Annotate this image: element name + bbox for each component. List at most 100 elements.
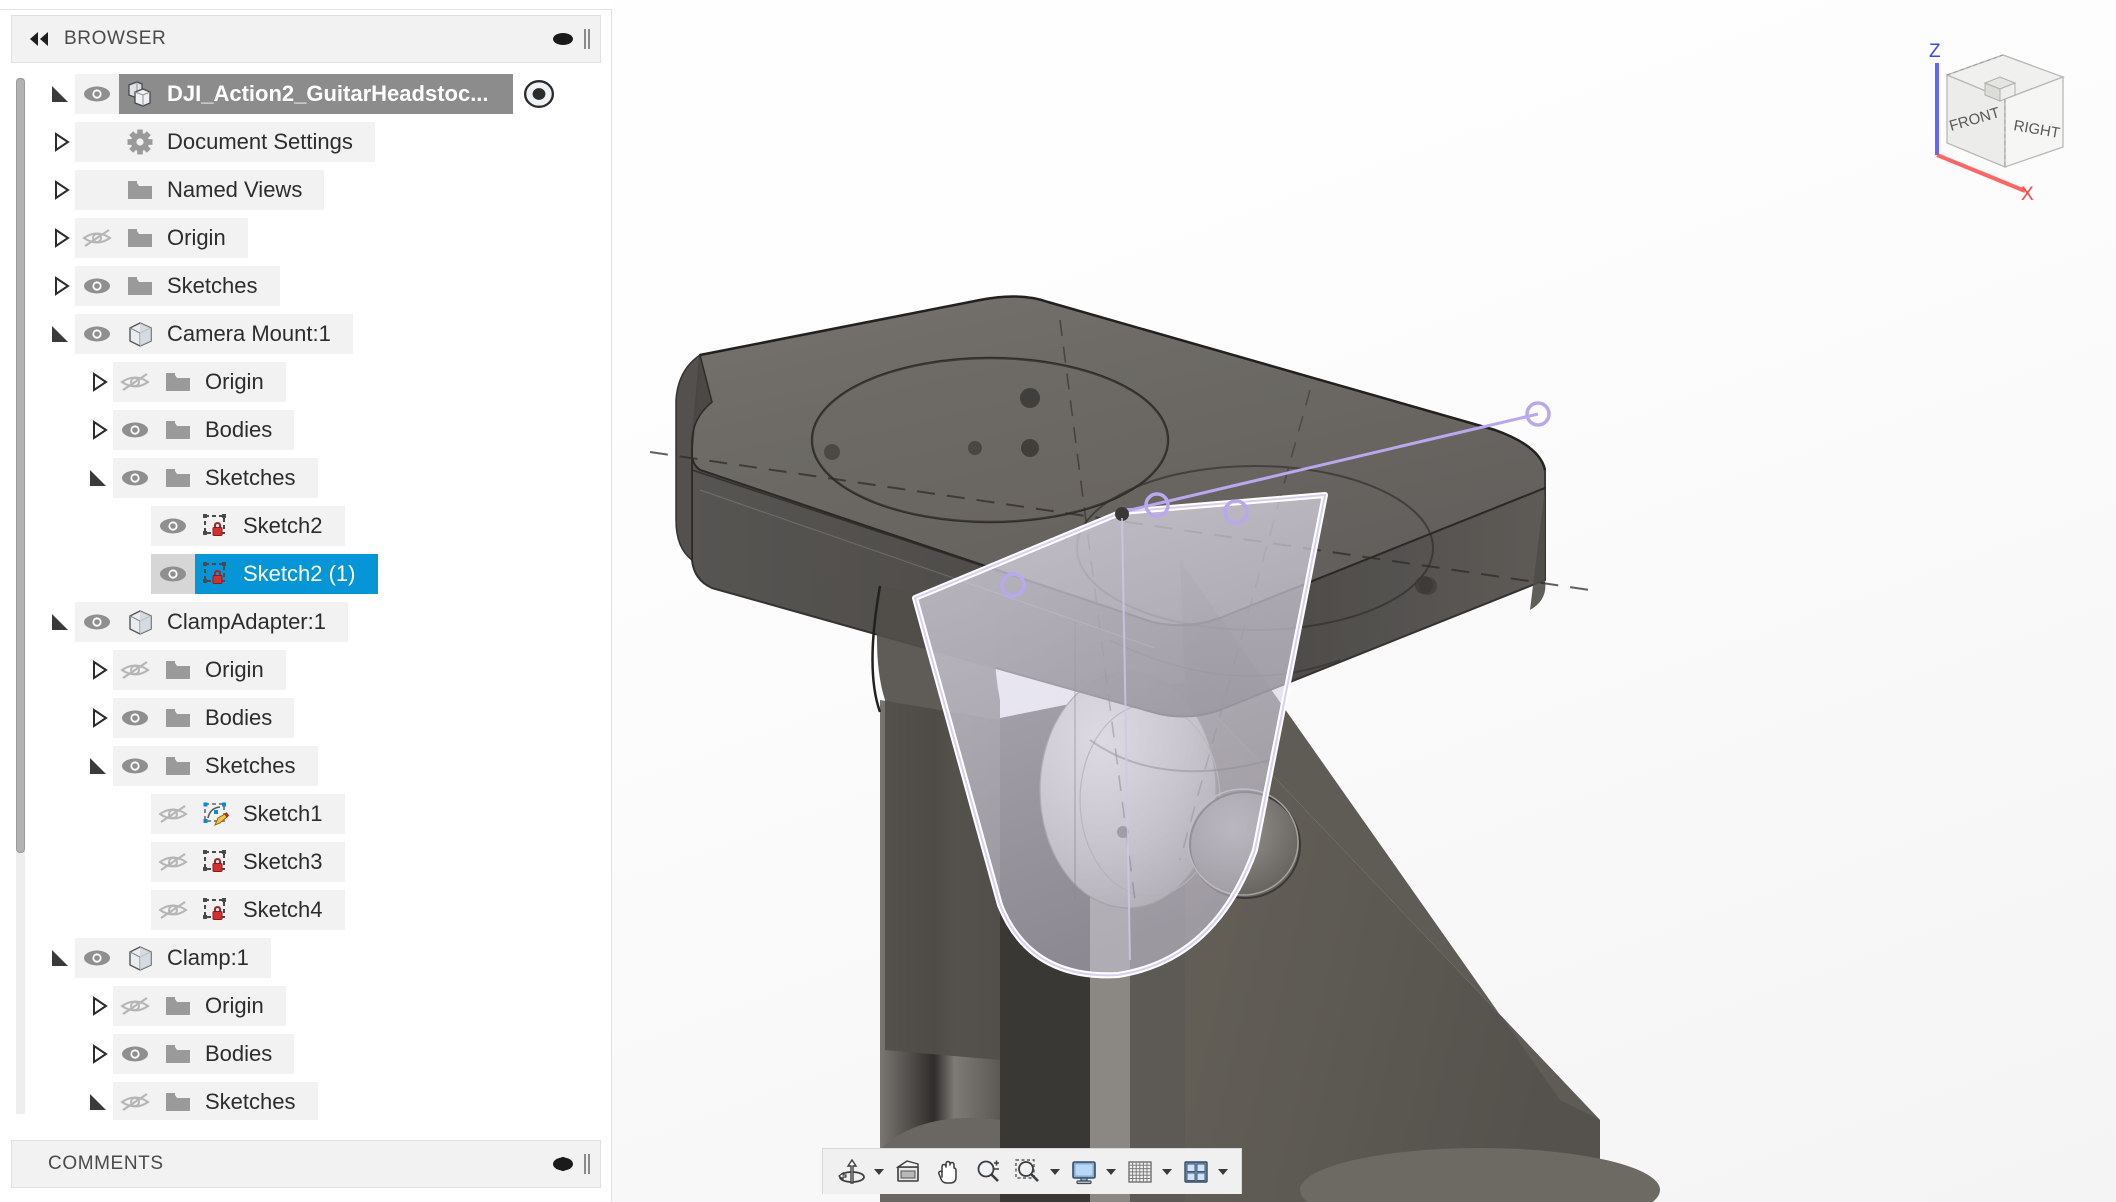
tree-row-body[interactable]: Clamp:1 <box>75 938 271 978</box>
expand-arrow-closed-icon[interactable] <box>83 358 113 406</box>
eye-hidden-icon[interactable] <box>151 890 195 930</box>
tree-row-origin-root[interactable]: Origin <box>45 214 601 262</box>
eye-visible-icon[interactable] <box>151 506 195 546</box>
eye-visible-icon[interactable] <box>75 938 119 978</box>
eye-hidden-icon[interactable] <box>113 650 157 690</box>
tree-row-body[interactable]: Camera Mount:1 <box>75 314 353 354</box>
tree-row-body[interactable]: Bodies <box>113 698 295 738</box>
tree-row-cl-sketches[interactable]: Sketches <box>45 1078 601 1120</box>
eye-hidden-icon[interactable] <box>151 842 195 882</box>
tree-row-sketches-root[interactable]: Sketches <box>45 262 601 310</box>
zoom-window-icon[interactable] <box>1009 1153 1047 1191</box>
zoom-magnifier-icon[interactable] <box>969 1153 1007 1191</box>
tree-row-sketch2[interactable]: Sketch2 <box>45 502 601 550</box>
tree-row-sketch2-1[interactable]: Sketch2 (1) <box>45 550 601 598</box>
display-monitor-icon[interactable] <box>1065 1153 1103 1191</box>
expand-arrow-closed-icon[interactable] <box>83 406 113 454</box>
fit-dropdown-caret[interactable] <box>1047 1153 1063 1191</box>
tree-row-sketch1[interactable]: Sketch1 <box>45 790 601 838</box>
tree-row-ca-sketches[interactable]: Sketches <box>45 742 601 790</box>
tree-row-body[interactable]: DJI_Action2_GuitarHeadstoc... <box>75 74 513 114</box>
tree-row-body[interactable]: Bodies <box>113 410 295 450</box>
tree-row-body[interactable]: Sketches <box>113 1082 318 1120</box>
tree-row-cl-origin[interactable]: Origin <box>45 982 601 1030</box>
eye-visible-icon[interactable] <box>113 698 157 738</box>
eye-hidden-icon[interactable] <box>113 1082 157 1120</box>
tree-row-body[interactable]: Origin <box>113 650 286 690</box>
tree-row-clamp-adapter[interactable]: ClampAdapter:1 <box>45 598 601 646</box>
tree-row-cm-sketches[interactable]: Sketches <box>45 454 601 502</box>
navigation-toolbar[interactable] <box>822 1148 1242 1194</box>
expand-arrow-closed-icon[interactable] <box>45 262 75 310</box>
comments-panel-header[interactable]: COMMENTS <box>11 1140 601 1188</box>
pan-hand-icon[interactable] <box>929 1153 967 1191</box>
tree-row-sketch4[interactable]: Sketch4 <box>45 886 601 934</box>
tree-row-body[interactable]: Sketch2 (1) <box>151 554 378 594</box>
expand-arrow-closed-icon[interactable] <box>45 166 75 214</box>
tree-row-body[interactable]: Named Views <box>75 170 325 210</box>
grid-icon[interactable] <box>1121 1153 1159 1191</box>
plus-circle-icon[interactable] <box>550 1151 576 1177</box>
expand-arrow-open-icon[interactable] <box>83 454 113 502</box>
tree-row-body[interactable]: Sketch3 <box>151 842 345 882</box>
tree-row-camera-mount[interactable]: Camera Mount:1 <box>45 310 601 358</box>
eye-visible-icon[interactable] <box>113 746 157 786</box>
orbit-dropdown-caret[interactable] <box>871 1153 887 1191</box>
expand-arrow-open-icon[interactable] <box>45 70 75 118</box>
expand-arrow-closed-icon[interactable] <box>83 1030 113 1078</box>
tree-row-ca-origin[interactable]: Origin <box>45 646 601 694</box>
eye-visible-icon[interactable] <box>75 602 119 642</box>
tree-row-body[interactable]: Sketches <box>113 746 318 786</box>
expand-arrow-closed-icon[interactable] <box>83 982 113 1030</box>
tree-row-doc-settings[interactable]: Document Settings <box>45 118 601 166</box>
viewports-dropdown-caret[interactable] <box>1215 1153 1231 1191</box>
tree-row-ca-bodies[interactable]: Bodies <box>45 694 601 742</box>
double-chevron-left-icon[interactable] <box>24 24 54 54</box>
eye-visible-icon[interactable] <box>75 266 119 306</box>
tree-row-body[interactable]: Bodies <box>113 1034 295 1074</box>
grid-dropdown-caret[interactable] <box>1159 1153 1175 1191</box>
tree-row-body[interactable]: Sketch4 <box>151 890 345 930</box>
multi-viewport-icon[interactable] <box>1177 1153 1215 1191</box>
tree-row-body[interactable]: Origin <box>113 362 286 402</box>
eye-hidden-icon[interactable] <box>75 218 119 258</box>
tree-row-cm-origin[interactable]: Origin <box>45 358 601 406</box>
orbit-icon[interactable] <box>833 1153 871 1191</box>
expand-arrow-closed-icon[interactable] <box>45 214 75 262</box>
expand-arrow-open-icon[interactable] <box>83 1078 113 1120</box>
eye-visible-icon[interactable] <box>75 314 119 354</box>
display-dropdown-caret[interactable] <box>1103 1153 1119 1191</box>
eye-hidden-icon[interactable] <box>113 986 157 1026</box>
expand-arrow-open-icon[interactable] <box>83 742 113 790</box>
eye-visible-icon[interactable] <box>113 458 157 498</box>
tree-row-body[interactable]: Document Settings <box>75 122 375 162</box>
look-at-icon[interactable] <box>889 1153 927 1191</box>
tree-row-body[interactable]: Origin <box>113 986 286 1026</box>
tree-row-body[interactable]: Sketches <box>75 266 280 306</box>
eye-visible-icon[interactable] <box>113 1034 157 1074</box>
expand-arrow-open-icon[interactable] <box>45 310 75 358</box>
browser-tree-container[interactable]: DJI_Action2_GuitarHeadstoc... Document Se… <box>11 70 601 1120</box>
expand-arrow-open-icon[interactable] <box>45 598 75 646</box>
comments-resize-grip-icon[interactable] <box>582 1153 592 1175</box>
active-component-radio-icon[interactable] <box>519 74 559 114</box>
tree-row-cm-bodies[interactable]: Bodies <box>45 406 601 454</box>
minimize-icon[interactable] <box>550 26 576 52</box>
eye-hidden-icon[interactable] <box>113 362 157 402</box>
tree-row-body[interactable]: Sketches <box>113 458 318 498</box>
expand-arrow-closed-icon[interactable] <box>83 646 113 694</box>
tree-row-sketch3[interactable]: Sketch3 <box>45 838 601 886</box>
tree-row-clamp[interactable]: Clamp:1 <box>45 934 601 982</box>
tree-row-named-views[interactable]: Named Views <box>45 166 601 214</box>
tree-row-cl-bodies[interactable]: Bodies <box>45 1030 601 1078</box>
tree-row-body[interactable]: ClampAdapter:1 <box>75 602 348 642</box>
tree-row-body[interactable]: Sketch1 <box>151 794 345 834</box>
tree-row-body[interactable]: Origin <box>75 218 248 258</box>
viewcube[interactable]: Z X FRONT RIGHT <box>1905 25 2095 205</box>
expand-arrow-closed-icon[interactable] <box>83 694 113 742</box>
eye-visible-icon[interactable] <box>113 410 157 450</box>
tree-row-root[interactable]: DJI_Action2_GuitarHeadstoc... <box>45 70 601 118</box>
browser-resize-grip-icon[interactable] <box>582 28 592 50</box>
eye-hidden-icon[interactable] <box>151 794 195 834</box>
eye-visible-icon[interactable] <box>75 74 119 114</box>
